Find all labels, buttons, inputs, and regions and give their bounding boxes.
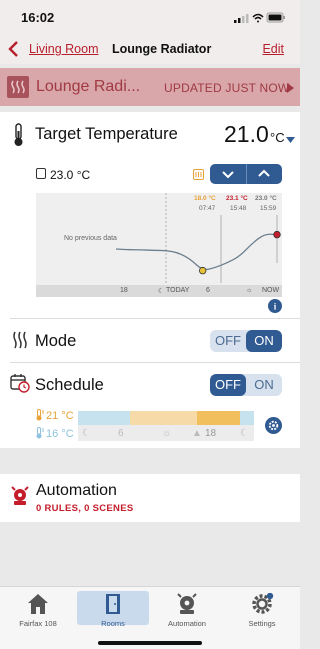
schedule-off-option[interactable]: OFF xyxy=(210,374,246,396)
tab-label: Rooms xyxy=(101,619,125,628)
status-icons xyxy=(234,12,286,24)
cool-thermometer-icon xyxy=(35,427,44,439)
notification-dot xyxy=(266,593,274,600)
schedule-settings-gear-icon[interactable] xyxy=(265,417,282,434)
moon-icon: ☾ xyxy=(240,428,249,439)
mode-on-option[interactable]: ON xyxy=(246,330,282,352)
moon-icon: ☾ xyxy=(158,288,165,295)
warm-thermometer-icon xyxy=(35,409,44,421)
info-icon[interactable]: i xyxy=(268,299,282,313)
annotation-time-2: 15:48 xyxy=(230,205,247,212)
schedule-timeline-axis: ☾ 6 ☼ ▲ 18 ☾ xyxy=(78,425,254,441)
annotation-time-3: 15:59 xyxy=(260,205,277,212)
schedule-tick-6: 6 xyxy=(118,428,124,439)
mode-toggle[interactable]: OFF ON xyxy=(210,330,282,352)
automation-summary: 0 RULES, 0 SCENES xyxy=(36,503,134,514)
battery-icon xyxy=(266,12,285,23)
page-title: Lounge Radiator xyxy=(112,42,212,56)
divider xyxy=(10,362,300,363)
sun-icon: ☼ xyxy=(246,287,253,294)
decrease-button[interactable] xyxy=(210,164,246,184)
home-indicator xyxy=(98,641,202,645)
tab-label: Settings xyxy=(248,619,276,628)
cool-temperature: 16 °C xyxy=(46,428,74,440)
schedule-cool-segment xyxy=(240,411,254,425)
tab-fairfax-108[interactable]: Fairfax 108 xyxy=(2,591,74,628)
annotation-time-1: 07:47 xyxy=(199,205,216,212)
thermometer-icon xyxy=(12,123,26,147)
schedule-tick-18: 18 xyxy=(205,428,217,439)
tab-bar: Fairfax 108 Rooms Automation Settings xyxy=(0,586,300,649)
temperature-series-line xyxy=(115,233,278,271)
target-temperature-label: Target Temperature xyxy=(35,125,178,143)
update-status: UPDATED JUST NOW xyxy=(164,81,290,95)
schedule-mini-icon[interactable] xyxy=(193,169,204,180)
x-tick-18: 18 xyxy=(120,287,128,294)
target-temperature-unit: °C xyxy=(270,130,285,145)
warm-temperature: 21 °C xyxy=(46,410,74,422)
moon-icon: ☾ xyxy=(82,428,91,439)
automation-icon xyxy=(10,486,30,506)
target-temperature-value[interactable]: 21.0 xyxy=(224,121,269,148)
annotation-temp-1: 18.0 °C xyxy=(194,195,216,202)
temperature-stepper xyxy=(210,164,282,184)
tab-rooms[interactable]: Rooms xyxy=(77,591,149,628)
robot-icon xyxy=(177,593,197,615)
tab-label: Fairfax 108 xyxy=(19,619,57,628)
mode-off-option[interactable]: OFF xyxy=(210,330,246,352)
schedule-icon xyxy=(10,373,30,393)
expand-arrow-icon xyxy=(287,83,294,93)
schedule-timeline[interactable]: ☾ 6 ☼ ▲ 18 ☾ xyxy=(78,411,254,441)
x-tick-now: NOW xyxy=(262,287,280,294)
mode-label: Mode xyxy=(35,332,77,350)
home-icon xyxy=(28,593,48,615)
tab-label: Automation xyxy=(168,619,206,628)
chart-marker-low xyxy=(198,266,207,275)
automation-label: Automation xyxy=(36,482,117,499)
divider xyxy=(10,318,300,319)
x-tick-today: TODAY xyxy=(166,287,190,294)
sunset-icon: ▲ xyxy=(192,428,202,439)
schedule-warm-segment xyxy=(130,411,197,425)
nav-bar: Living Room Lounge Radiator Edit xyxy=(0,36,300,64)
edit-button[interactable]: Edit xyxy=(262,42,284,56)
controls-card: Target Temperature 21.0 °C 23.0 °C No pr… xyxy=(0,112,300,448)
automation-row[interactable]: Automation 0 RULES, 0 SCENES xyxy=(0,474,300,522)
status-time: 16:02 xyxy=(21,10,55,25)
heating-icon xyxy=(12,330,28,350)
schedule-hot-segment xyxy=(197,411,240,425)
schedule-toggle[interactable]: OFF ON xyxy=(210,374,282,396)
radiator-icon xyxy=(7,76,29,98)
status-bar: 16:02 xyxy=(0,0,300,36)
annotation-temp-3: 23.0 °C xyxy=(255,195,277,202)
schedule-on-option[interactable]: ON xyxy=(246,374,282,396)
annotation-temp-2: 23.1 °C xyxy=(226,195,248,202)
door-icon xyxy=(103,593,123,615)
device-banner[interactable]: Lounge Radi... UPDATED JUST NOW xyxy=(0,68,300,106)
back-chevron-icon[interactable] xyxy=(8,41,20,57)
current-temperature-icon xyxy=(36,168,46,179)
sun-icon: ☼ xyxy=(162,428,172,439)
wifi-icon xyxy=(252,13,264,23)
tab-automation[interactable]: Automation xyxy=(151,591,223,628)
back-link[interactable]: Living Room xyxy=(29,42,98,56)
schedule-label: Schedule xyxy=(35,376,104,394)
unit-dropdown-icon[interactable] xyxy=(286,137,295,143)
temperature-chart[interactable]: No previous data 18.0 °C 07:47 23.1 °C 1… xyxy=(36,193,282,297)
schedule-cool-segment xyxy=(78,411,130,425)
signal-icon xyxy=(234,14,249,23)
current-temperature-value: 23.0 °C xyxy=(50,168,91,182)
increase-button[interactable] xyxy=(246,164,282,184)
chart-x-axis: 18 ☾ TODAY 6 ☼ NOW xyxy=(36,285,282,297)
x-tick-6: 6 xyxy=(206,287,210,294)
gear-icon xyxy=(252,593,274,615)
chart-marker-now xyxy=(273,230,281,239)
schedule-timeline-bands xyxy=(78,411,254,425)
device-name: Lounge Radi... xyxy=(36,78,141,95)
tab-settings[interactable]: Settings xyxy=(226,591,298,628)
